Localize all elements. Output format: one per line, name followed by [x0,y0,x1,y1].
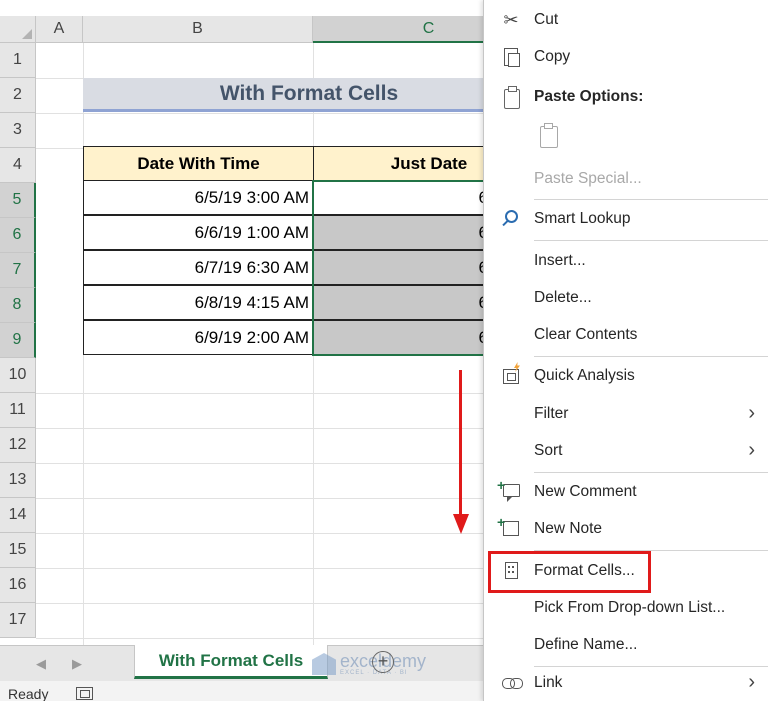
menu-item-filter[interactable]: Filter › [484,396,768,432]
menu-item-new-note[interactable]: New Note [484,511,768,547]
gridline [36,498,486,499]
column-header-a[interactable]: A [36,16,83,43]
menu-item-new-comment[interactable]: New Comment [484,474,768,510]
chevron-right-icon: › [748,671,755,693]
paste-option-keep-source-button[interactable] [534,118,570,154]
sheet-title-cell[interactable]: With Format Cells [83,78,483,112]
menu-separator [534,472,768,473]
row-header-12[interactable]: 12 [0,428,36,463]
menu-separator [534,550,768,551]
menu-item-copy[interactable]: Copy [484,39,768,75]
row-header-16[interactable]: 16 [0,568,36,603]
table-cell-b7[interactable]: 6/7/19 6:30 AM [83,250,314,285]
status-text: Ready [8,686,49,701]
sheet-title: With Format Cells [219,81,399,105]
row-header-9[interactable]: 9 [0,323,36,358]
annotation-arrow-head [453,514,469,534]
menu-item-delete[interactable]: Delete... [484,280,768,316]
gridline [36,568,486,569]
table-cell-b5[interactable]: 6/5/19 3:00 AM [83,180,314,215]
menu-item-sort[interactable]: Sort › [484,433,768,469]
row-header-17[interactable]: 17 [0,603,36,638]
quick-analysis-icon [500,366,522,386]
menu-item-paste-special[interactable]: Paste Special... [484,161,768,197]
row-header-15[interactable]: 15 [0,533,36,568]
gridline [36,533,486,534]
annotation-arrow [459,370,462,520]
row-header-5[interactable]: 5 [0,183,36,218]
menu-item-pick-from-dropdown[interactable]: Pick From Drop-down List... [484,590,768,626]
macro-record-icon[interactable] [76,687,93,700]
menu-item-define-name[interactable]: Define Name... [484,627,768,663]
scissors-icon: ✂ [503,10,519,30]
row-header-7[interactable]: 7 [0,253,36,288]
new-note-icon [497,512,522,539]
menu-separator [534,356,768,357]
select-all-triangle-icon [22,29,32,39]
table-cell-b8[interactable]: 6/8/19 4:15 AM [83,285,314,320]
context-menu: ✂ Cut Copy Paste Options: Paste Special.… [483,0,768,701]
exceldemy-logo-icon [312,653,336,675]
sheet-tab-with-format-cells[interactable]: With Format Cells [134,645,328,679]
menu-item-link[interactable]: Link › [484,665,768,701]
chevron-right-icon: › [748,439,755,461]
menu-item-format-cells[interactable]: Format Cells... [484,553,768,589]
row-header-8[interactable]: 8 [0,288,36,323]
copy-icon [500,47,522,67]
row-header-1[interactable]: 1 [0,43,36,78]
row-header-14[interactable]: 14 [0,498,36,533]
column-header-b[interactable]: B [83,16,313,43]
tab-scroll-left-icon[interactable]: ◀ [36,656,46,672]
tab-scroll-right-icon[interactable]: ▶ [72,656,82,672]
search-icon [500,209,522,229]
table-cell-b6[interactable]: 6/6/19 1:00 AM [83,215,314,250]
gridline [36,603,486,604]
select-all-button[interactable] [0,16,36,43]
row-header-3[interactable]: 3 [0,113,36,148]
table-cell-b9[interactable]: 6/9/19 2:00 AM [83,320,314,355]
menu-item-cut[interactable]: ✂ Cut [484,2,768,38]
row-header-13[interactable]: 13 [0,463,36,498]
clipboard-icon [500,86,522,109]
menu-item-insert[interactable]: Insert... [484,243,768,279]
paste-clipboard-icon [540,123,558,148]
format-cells-icon [500,561,522,581]
gridline [36,428,486,429]
gridline [36,393,486,394]
menu-item-quick-analysis[interactable]: Quick Analysis [484,358,768,394]
gridline [36,463,486,464]
new-comment-icon [497,475,522,502]
row-header-10[interactable]: 10 [0,358,36,393]
add-sheet-button[interactable]: + [372,651,394,673]
watermark-logo: exceldemy EXCEL · DATA · BI [312,652,426,676]
chevron-right-icon: › [748,402,755,424]
table-header-date-with-time[interactable]: Date With Time [83,146,314,181]
menu-item-clear-contents[interactable]: Clear Contents [484,317,768,353]
row-header-4[interactable]: 4 [0,148,36,183]
menu-separator [534,240,768,241]
menu-item-smart-lookup[interactable]: Smart Lookup [484,201,768,237]
gridline [36,113,486,114]
row-header-11[interactable]: 11 [0,393,36,428]
link-icon [500,673,523,693]
row-header-6[interactable]: 6 [0,218,36,253]
gridline [36,638,486,639]
row-header-2[interactable]: 2 [0,78,36,113]
menu-paste-options-header: Paste Options: [484,79,768,115]
menu-separator [534,199,768,200]
